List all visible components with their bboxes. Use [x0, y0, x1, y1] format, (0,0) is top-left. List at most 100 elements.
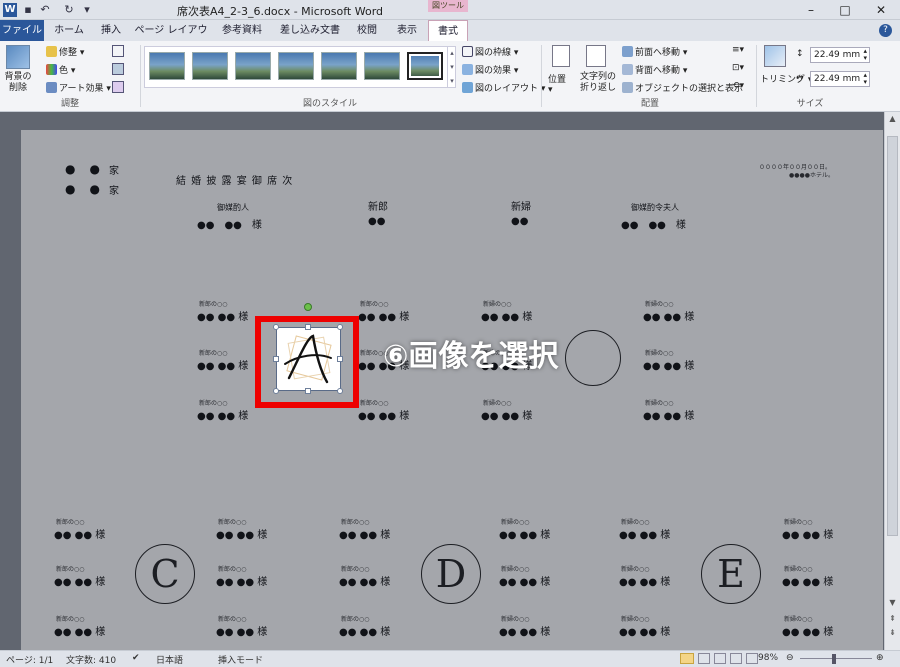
group-icon[interactable]: ⊡▾ — [732, 63, 748, 75]
resize-handle[interactable] — [273, 388, 279, 394]
style-thumbnail[interactable] — [278, 52, 314, 80]
position-label: 位置 — [548, 75, 567, 85]
picture-layout-button[interactable]: 図のレイアウト ▾ — [462, 81, 545, 94]
word-app-icon[interactable]: W — [3, 3, 17, 17]
tab-references[interactable]: 参考資料 — [211, 20, 273, 41]
resize-handle[interactable] — [337, 356, 343, 362]
style-thumbnail[interactable] — [192, 52, 228, 80]
scroll-down-icon[interactable]: ▼ — [885, 596, 900, 610]
scroll-up-icon[interactable]: ▲ — [885, 112, 900, 126]
compress-pictures-icon[interactable] — [112, 45, 124, 57]
bring-forward-button[interactable]: 前面へ移動 ▾ — [622, 45, 687, 58]
send-backward-icon — [622, 64, 633, 75]
outline-icon[interactable] — [730, 653, 742, 664]
bring-forward-icon — [622, 46, 633, 57]
resize-handle[interactable] — [273, 356, 279, 362]
table-a-emblem-icon — [284, 334, 332, 384]
sun-icon — [46, 46, 57, 57]
vertical-scrollbar[interactable]: ▲ ▼ ⇞ ⇟ — [884, 112, 900, 650]
picture-border-button[interactable]: 図の枠線 ▾ — [462, 45, 518, 58]
height-value: 22.49 mm — [814, 50, 861, 60]
crop-button[interactable]: トリミング ▾ — [760, 72, 812, 85]
spinner-icon[interactable]: ▴ ▾ — [863, 72, 867, 86]
word-count[interactable]: 文字数: 410 — [66, 653, 116, 666]
ribbon-separator — [140, 45, 141, 107]
ribbon-tabs: ファイル ホーム 挿入 ページ レイアウト 参考資料 差し込み文書 校閲 表示 … — [0, 20, 900, 57]
scroll-thumb[interactable] — [887, 136, 898, 536]
wrap-text-button[interactable]: 文字列の折り返し — [578, 72, 618, 94]
reading-layout-icon[interactable] — [698, 653, 710, 664]
remove-background-button[interactable]: 背景の削除 — [2, 72, 34, 94]
zoom-slider-thumb[interactable] — [832, 654, 836, 664]
tab-file[interactable]: ファイル — [0, 20, 44, 41]
web-layout-icon[interactable] — [714, 653, 726, 664]
tab-page-layout[interactable]: ページ レイアウト — [131, 20, 211, 57]
tab-mailings[interactable]: 差し込み文書 — [273, 20, 347, 41]
size-group-label: サイズ — [796, 99, 824, 109]
wrap-text-icon — [586, 45, 606, 67]
picture-border-icon — [462, 46, 473, 57]
selection-pane-label: オブジェクトの選択と表示 — [635, 84, 744, 94]
style-thumbnail[interactable] — [235, 52, 271, 80]
zoom-slider[interactable] — [800, 658, 872, 659]
send-backward-button[interactable]: 背面へ移動 ▾ — [622, 63, 687, 76]
resize-handle[interactable] — [273, 324, 279, 330]
tab-view[interactable]: 表示 — [387, 20, 427, 41]
close-button[interactable]: ✕ — [864, 0, 898, 20]
proofing-icon[interactable]: ✔ — [132, 653, 140, 663]
spinner-icon[interactable]: ▴ ▾ — [863, 48, 867, 62]
width-input[interactable]: 22.49 mm ▴ ▾ — [810, 71, 870, 87]
style-thumbnail[interactable] — [149, 52, 185, 80]
artistic-effects-button[interactable]: アート効果 ▾ — [46, 81, 111, 94]
height-input[interactable]: 22.49 mm ▴ ▾ — [810, 47, 870, 63]
save-icon[interactable]: ▪ — [21, 3, 35, 17]
selection-pane-button[interactable]: オブジェクトの選択と表示 — [622, 81, 743, 94]
tab-insert[interactable]: 挿入 — [91, 20, 131, 41]
next-page-icon[interactable]: ⇟ — [885, 626, 900, 640]
align-icon[interactable]: ≡▾ — [732, 45, 748, 57]
selected-table-image[interactable] — [276, 327, 341, 391]
zoom-level[interactable]: 98% — [758, 653, 778, 663]
tab-home[interactable]: ホーム — [47, 20, 91, 41]
style-thumbnail-selected[interactable] — [407, 52, 443, 80]
resize-handle[interactable] — [337, 388, 343, 394]
tab-review[interactable]: 校閲 — [347, 20, 387, 41]
rotate-handle[interactable] — [304, 303, 312, 311]
style-thumbnail[interactable] — [321, 52, 357, 80]
zoom-out-icon[interactable]: ⊖ — [786, 653, 794, 663]
language[interactable]: 日本語 — [156, 653, 183, 666]
print-layout-icon[interactable] — [680, 653, 694, 664]
tab-format[interactable]: 書式 — [428, 20, 468, 41]
width-value: 22.49 mm — [814, 74, 861, 84]
customize-toolbar-icon[interactable]: ▾ — [80, 3, 94, 17]
rotate-icon[interactable]: ⟲▾ — [732, 81, 748, 93]
insert-mode[interactable]: 挿入モード — [218, 653, 263, 666]
corrections-label: 修整 — [59, 48, 78, 58]
picture-styles-group-label: 図のスタイル — [302, 99, 357, 109]
color-icon — [46, 64, 57, 75]
ribbon-separator — [541, 45, 542, 107]
bring-forward-label: 前面へ移動 — [635, 48, 681, 58]
help-icon[interactable]: ? — [879, 24, 892, 37]
reset-picture-icon[interactable] — [112, 81, 124, 93]
title-bar: W ▪ ↶ ↻ ▾ 席次表A4_2-3_6.docx - Microsoft W… — [0, 0, 900, 20]
gallery-scroll-icon[interactable]: ▴ ▾ ▾ — [447, 46, 456, 88]
redo-icon[interactable]: ↻ — [62, 3, 76, 17]
minimize-button[interactable]: – — [794, 0, 828, 20]
draft-icon[interactable] — [746, 653, 758, 664]
style-thumbnail[interactable] — [364, 52, 400, 80]
resize-handle[interactable] — [305, 388, 311, 394]
zoom-in-icon[interactable]: ⊕ — [876, 653, 884, 663]
undo-icon[interactable]: ↶ — [38, 3, 52, 17]
maximize-button[interactable]: □ — [828, 0, 862, 20]
position-button[interactable]: 位置 ▾ — [548, 72, 566, 95]
resize-handle[interactable] — [337, 324, 343, 330]
corrections-button[interactable]: 修整 ▾ — [46, 45, 84, 58]
change-picture-icon[interactable] — [112, 63, 124, 75]
picture-effects-button[interactable]: 図の効果 ▾ — [462, 63, 518, 76]
picture-border-label: 図の枠線 — [475, 48, 512, 58]
prev-page-icon[interactable]: ⇞ — [885, 612, 900, 626]
resize-handle[interactable] — [305, 324, 311, 330]
page-count[interactable]: ページ: 1/1 — [6, 653, 53, 666]
color-button[interactable]: 色 ▾ — [46, 63, 75, 76]
